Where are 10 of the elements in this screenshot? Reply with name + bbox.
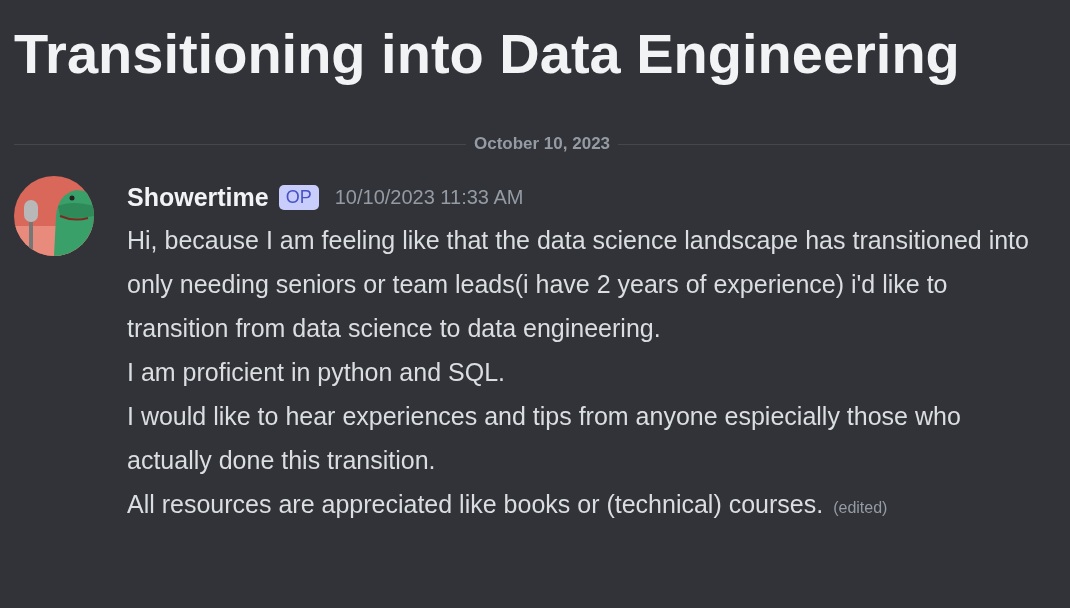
author-name[interactable]: Showertime bbox=[127, 182, 269, 212]
message-text: All resources are appreciated like books or (technical) courses. bbox=[127, 489, 824, 520]
date-divider-label: October 10, 2023 bbox=[473, 134, 611, 154]
edited-label: (edited) bbox=[833, 499, 888, 517]
message-timestamp: 10/10/2023 11:33 AM bbox=[334, 185, 524, 209]
message-text: Hi, because I am feeling like that the data science landscape has transitioned into only needing seniors or team leads(i have 2 years of experience) i'd like to transition from data science to data engineering. bbox=[127, 225, 1030, 344]
op-badge: OP bbox=[278, 184, 319, 210]
thread-title: Transitioning into Data Engineering bbox=[13, 21, 961, 87]
message-text: I am proficient in python and SQL. bbox=[127, 357, 506, 388]
message-text: I would like to hear experiences and tips from anyone espiecially those who actually done this transition. bbox=[127, 401, 962, 476]
